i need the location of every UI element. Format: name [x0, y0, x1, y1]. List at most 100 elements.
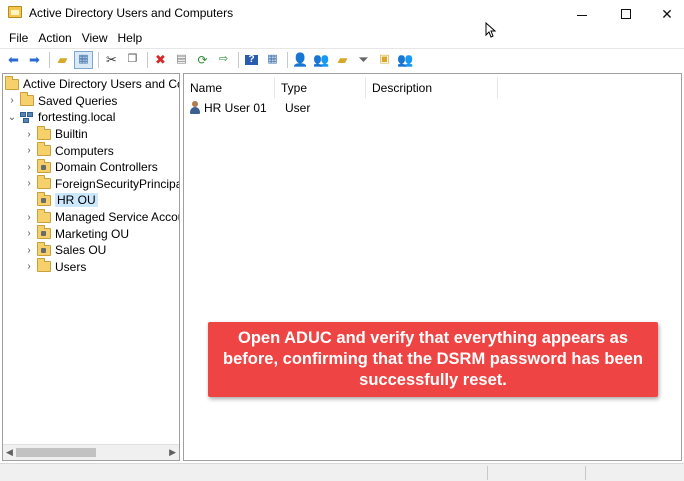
properties-button[interactable]: ▤ — [172, 51, 191, 69]
chevron-right-icon[interactable]: › — [24, 212, 34, 223]
minimize-icon — [577, 14, 587, 16]
add-to-group-button[interactable]: 👥 — [396, 51, 415, 69]
tree-item-managed-service-accounts[interactable]: › Managed Service Accour — [3, 208, 179, 226]
show-hide-action-pane-button[interactable]: ▦ — [263, 51, 282, 69]
tree-item-sales-ou[interactable]: › Sales OU — [3, 241, 179, 259]
chevron-right-icon[interactable]: › — [24, 178, 34, 189]
folder-icon — [20, 92, 34, 107]
tree-item-computers[interactable]: › Computers — [3, 142, 179, 159]
tree-item-saved-queries[interactable]: › Saved Queries — [3, 92, 179, 110]
scroll-left-icon[interactable]: ◀ — [6, 447, 13, 458]
column-header-name[interactable]: Name — [184, 78, 275, 98]
folder-icon — [37, 175, 51, 190]
aduc-root-icon — [5, 75, 19, 90]
tree-item-root[interactable]: Active Directory Users and Com — [3, 75, 180, 93]
chevron-right-icon[interactable]: › — [24, 261, 34, 272]
forward-button[interactable]: ➡ — [25, 51, 44, 69]
column-header-type[interactable]: Type — [275, 78, 366, 98]
title-bar: Active Directory Users and Computers ✕ — [0, 0, 684, 38]
scrollbar-thumb[interactable] — [16, 448, 96, 457]
cut-button[interactable]: ✂ — [102, 51, 121, 69]
toolbar-separator — [98, 51, 99, 68]
menu-view[interactable]: View — [77, 31, 113, 45]
user-icon — [189, 101, 201, 115]
status-bar — [0, 463, 684, 481]
close-button[interactable]: ✕ — [645, 0, 684, 28]
back-arrow-icon: ⬅ — [8, 52, 19, 67]
column-header-description[interactable]: Description — [366, 78, 498, 98]
tree-item-marketing-ou[interactable]: › Marketing OU — [3, 225, 179, 242]
properties-icon: ▤ — [176, 53, 187, 65]
new-user-button[interactable]: 👤 — [291, 51, 310, 69]
copy-button[interactable]: ❐ — [123, 51, 142, 69]
tree-item-label: Computers — [55, 143, 114, 158]
chevron-right-icon[interactable]: › — [24, 245, 34, 256]
maximize-icon — [621, 9, 631, 19]
new-ou-button[interactable]: ▰ — [333, 51, 352, 69]
tree-item-label: Domain Controllers — [55, 160, 158, 175]
delete-x-icon: ✖ — [155, 52, 166, 67]
horizontal-scrollbar[interactable]: ◀ ▶ — [3, 444, 179, 460]
cell-name: HR User 01 — [204, 101, 267, 115]
minimize-button[interactable] — [560, 0, 604, 28]
close-icon: ✕ — [661, 6, 673, 22]
menu-help[interactable]: Help — [113, 31, 148, 45]
scroll-right-icon[interactable]: ▶ — [169, 447, 176, 458]
action-pane-icon: ▦ — [267, 53, 278, 65]
chevron-right-icon[interactable]: › — [24, 228, 34, 239]
aduc-app-icon — [8, 6, 22, 18]
details-pane: Name Type Description HR User 01 User — [183, 73, 682, 461]
copy-icon: ❐ — [127, 53, 138, 65]
tree-item-label: Builtin — [55, 127, 88, 142]
console-tree-icon: ▦ — [78, 53, 89, 65]
tree-item-builtin[interactable]: › Builtin — [3, 125, 179, 143]
tree-item-domain[interactable]: ⌄ fortesting.local — [3, 109, 179, 126]
menu-file[interactable]: File — [4, 31, 33, 45]
filter-button[interactable]: ⏷ — [354, 51, 373, 69]
window-title: Active Directory Users and Computers — [29, 6, 234, 20]
refresh-icon: ⟳ — [197, 52, 208, 67]
status-divider — [585, 466, 586, 480]
chevron-right-icon[interactable]: › — [7, 95, 17, 106]
filter-icon: ⏷ — [358, 52, 369, 67]
tree-item-label: ForeignSecurityPrincipals — [55, 176, 180, 191]
toolbar-separator — [287, 51, 288, 68]
show-hide-console-tree-button[interactable]: ▦ — [74, 50, 93, 69]
find-icon: ▣ — [379, 53, 390, 65]
toolbar-separator — [238, 51, 239, 68]
tree-item-label: Active Directory Users and Com — [23, 77, 180, 92]
up-folder-button[interactable]: ▰ — [53, 51, 72, 69]
refresh-button[interactable]: ⟳ — [193, 51, 212, 69]
tree-item-users[interactable]: › Users — [3, 258, 179, 276]
scissors-icon: ✂ — [106, 52, 117, 67]
export-list-button[interactable]: ⇨ — [214, 51, 233, 69]
tree-item-label: HR OU — [55, 193, 98, 208]
chevron-right-icon[interactable]: › — [24, 129, 34, 140]
console-tree: Active Directory Users and Com › Saved Q… — [3, 75, 180, 276]
tree-item-domain-controllers[interactable]: › Domain Controllers — [3, 158, 179, 176]
menu-action[interactable]: Action — [33, 31, 76, 45]
list-header: Name Type Description — [184, 78, 498, 98]
status-divider — [487, 466, 488, 480]
chevron-right-icon[interactable]: › — [24, 162, 34, 173]
help-icon: ? — [245, 54, 258, 65]
chevron-down-icon[interactable]: ⌄ — [7, 112, 17, 123]
ou-folder-icon — [37, 191, 51, 206]
chevron-right-icon[interactable]: › — [24, 145, 34, 156]
tree-item-label: Users — [55, 259, 87, 274]
folder-icon — [37, 208, 51, 223]
help-button[interactable]: ? — [242, 51, 261, 69]
delete-button[interactable]: ✖ — [151, 51, 170, 69]
list-item[interactable]: HR User 01 User — [184, 99, 502, 117]
cell-type: User — [285, 101, 311, 115]
tree-item-foreign-security-principals[interactable]: › ForeignSecurityPrincipals — [3, 175, 180, 193]
tree-item-hr-ou[interactable]: HR OU — [3, 191, 179, 209]
ou-folder-icon — [37, 225, 51, 240]
back-button[interactable]: ⬅ — [4, 51, 23, 69]
new-group-button[interactable]: 👥 — [312, 51, 331, 69]
menu-bar: File Action View Help — [0, 28, 684, 48]
find-button[interactable]: ▣ — [375, 51, 394, 69]
new-user-icon: 👤 — [292, 52, 309, 67]
console-tree-pane: Active Directory Users and Com › Saved Q… — [2, 73, 180, 461]
maximize-button[interactable] — [604, 0, 648, 28]
